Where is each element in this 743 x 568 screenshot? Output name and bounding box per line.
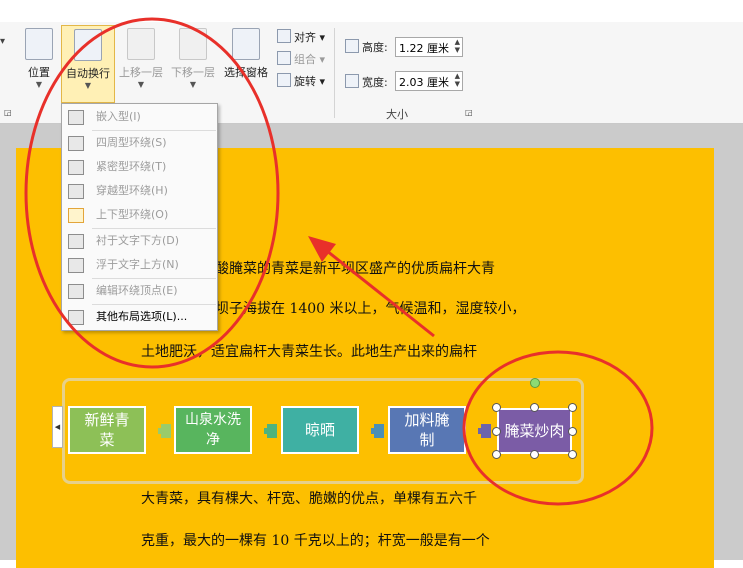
menu-item-in-front-of-text[interactable]: 浮于文字上方(N) — [62, 254, 217, 276]
menu-separator — [92, 278, 216, 279]
step-arrow-icon — [478, 424, 491, 438]
dropdown-arrow-icon: ▼ — [35, 80, 43, 89]
menu-item-through[interactable]: 穿越型环绕(H) — [62, 180, 217, 202]
dialog-launcher-icon[interactable]: ◲ — [4, 108, 12, 117]
rotate-icon — [277, 73, 291, 87]
dropdown-arrow-icon: ▼ — [84, 81, 92, 90]
behind-text-icon — [68, 234, 84, 249]
in-front-of-text-icon — [68, 258, 84, 273]
wrap-text-icon — [74, 29, 102, 61]
layout-options-icon — [68, 310, 84, 325]
ribbon-edge-icon: ▾ — [0, 36, 6, 47]
send-backward-icon — [179, 28, 207, 60]
group-divider — [334, 28, 335, 118]
menu-item-behind-text[interactable]: 衬于文字下方(D) — [62, 230, 217, 252]
resize-handle[interactable] — [568, 403, 577, 412]
edit-wrap-points-icon — [68, 284, 84, 299]
top-bottom-wrap-icon — [68, 208, 84, 223]
resize-handle[interactable] — [530, 450, 539, 459]
position-icon — [25, 28, 53, 60]
step-arrow-icon — [264, 424, 277, 438]
align-icon — [277, 29, 291, 43]
width-icon — [345, 74, 359, 88]
position-button[interactable]: 位置 ▼ — [24, 28, 54, 89]
resize-handle[interactable] — [568, 450, 577, 459]
rotate-button[interactable]: 旋转 ▾ — [277, 73, 325, 89]
paragraph-line: 酸腌菜的青菜是新平坝区盛产的优质扁杆大青 — [215, 261, 495, 277]
menu-item-tight[interactable]: 紧密型环绕(T) — [62, 156, 217, 178]
resize-handle[interactable] — [568, 427, 577, 436]
square-wrap-icon — [68, 136, 84, 151]
wrap-text-button[interactable]: 自动换行 ▼ — [61, 25, 115, 103]
paragraph-line: 土地肥沃，适宜扁杆大青菜生长。此地生产出来的扁杆 — [141, 344, 477, 360]
width-label: 宽度: — [345, 74, 388, 90]
resize-handle[interactable] — [492, 403, 501, 412]
menu-item-more-layout-options[interactable]: 其他布局选项(L)... — [62, 306, 217, 328]
step-arrow-icon — [158, 424, 171, 438]
resize-handle[interactable] — [492, 427, 501, 436]
height-icon — [345, 39, 359, 53]
inline-wrap-icon — [68, 110, 84, 125]
paragraph-line: 坝子海拔在 1400 米以上，气候温和，湿度较小， — [215, 301, 526, 317]
process-step-2[interactable]: 山泉水洗净 — [174, 406, 252, 454]
paragraph-line: 克重，最大的一棵有 10 千克以上的；杆宽一般是有一个 — [141, 533, 490, 549]
title-strip — [0, 0, 743, 23]
height-input[interactable]: 1.22 厘米 ▲ ▼ — [395, 37, 463, 57]
menu-item-top-bottom[interactable]: 上下型环绕(O) — [62, 204, 217, 226]
bring-forward-icon — [127, 28, 155, 60]
menu-item-square[interactable]: 四周型环绕(S) — [62, 132, 217, 154]
bring-forward-button[interactable]: 上移一层 ▼ — [117, 28, 165, 89]
wrap-text-menu: 嵌入型(I) 四周型环绕(S) 紧密型环绕(T) 穿越型环绕(H) 上下型环绕(… — [61, 103, 218, 331]
group-button[interactable]: 组合 ▾ — [277, 51, 325, 67]
process-step-4[interactable]: 加料腌制 — [388, 406, 466, 454]
text-pane-toggle[interactable]: ◀ — [52, 406, 63, 448]
group-icon — [277, 51, 291, 65]
send-backward-button[interactable]: 下移一层 ▼ — [169, 28, 217, 89]
tight-wrap-icon — [68, 160, 84, 175]
dropdown-arrow-icon: ▼ — [189, 80, 197, 89]
align-button[interactable]: 对齐 ▾ — [277, 29, 325, 45]
menu-separator — [92, 130, 216, 131]
spinner-arrows-icon[interactable]: ▲ ▼ — [455, 38, 460, 54]
menu-item-inline[interactable]: 嵌入型(I) — [62, 106, 217, 128]
height-label: 高度: — [345, 39, 388, 55]
selection-pane-icon — [232, 28, 260, 60]
width-input[interactable]: 2.03 厘米 ▲ ▼ — [395, 71, 463, 91]
selection-pane-button[interactable]: 选择窗格 — [220, 28, 272, 80]
menu-item-edit-wrap-points[interactable]: 编辑环绕顶点(E) — [62, 280, 217, 302]
menu-separator — [92, 228, 216, 229]
paragraph-line: 大青菜，具有棵大、杆宽、脆嫩的优点，单棵有五六千 — [141, 491, 477, 507]
menu-separator — [92, 304, 216, 305]
step-arrow-icon — [371, 424, 384, 438]
through-wrap-icon — [68, 184, 84, 199]
size-group-label: 大小 — [386, 108, 408, 121]
process-step-5[interactable]: 腌菜炒肉 — [497, 408, 572, 454]
resize-handle[interactable] — [492, 450, 501, 459]
process-step-1[interactable]: 新鲜青菜 — [68, 406, 146, 454]
spinner-arrows-icon[interactable]: ▲ ▼ — [455, 72, 460, 88]
rotate-handle[interactable] — [530, 378, 540, 388]
process-step-3[interactable]: 晾晒 — [281, 406, 359, 454]
resize-handle[interactable] — [530, 403, 539, 412]
dialog-launcher-icon[interactable]: ◲ — [465, 108, 473, 117]
dropdown-arrow-icon: ▼ — [137, 80, 145, 89]
